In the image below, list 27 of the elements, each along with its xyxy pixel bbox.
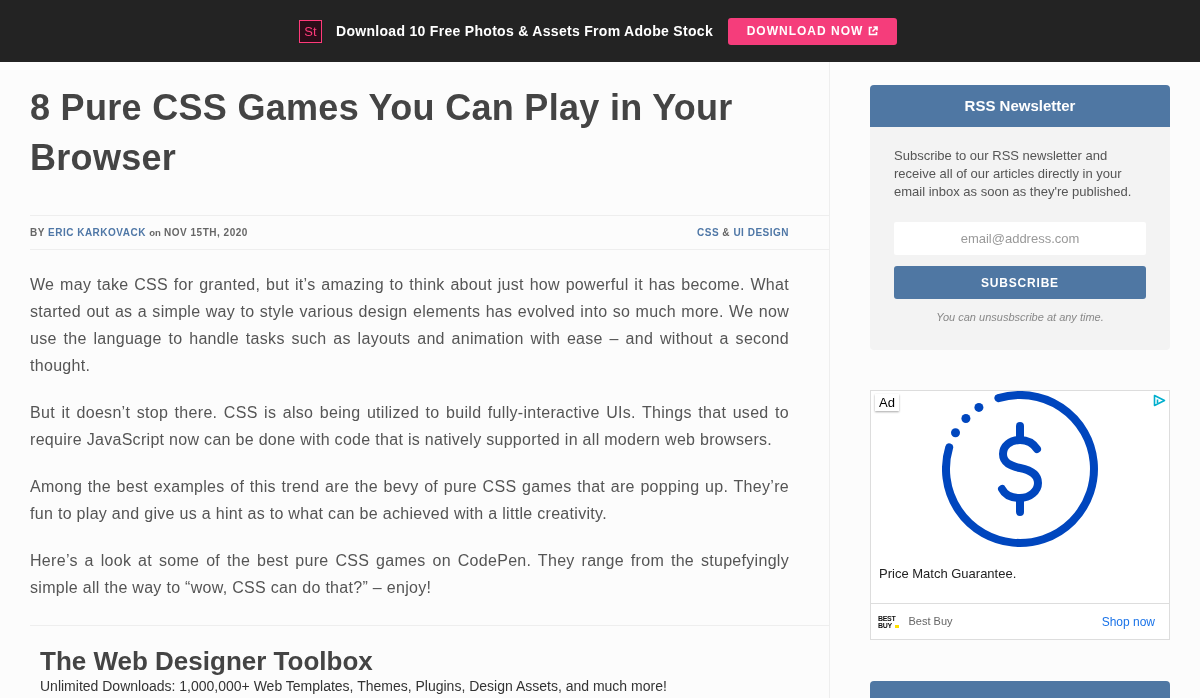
ad-headline[interactable]: Price Match Guarantee. [871, 566, 1169, 582]
newsletter-title: RSS Newsletter [870, 85, 1170, 127]
adchoices-icon[interactable] [1153, 394, 1166, 407]
ad-badge: Ad [875, 394, 899, 411]
section-title: The Web Designer Toolbox [40, 646, 374, 676]
shop-now-link[interactable]: Shop now [1101, 612, 1155, 631]
subscribe-button[interactable]: SUBSCRIBE [894, 266, 1146, 299]
category-link[interactable]: CSS [697, 227, 720, 238]
category-link[interactable]: UI DESIGN [733, 227, 789, 238]
author-link[interactable]: ERIC KARKOVACK [48, 226, 146, 238]
promo-message: Download 10 Free Photos & Assets From Adobe Stock [336, 21, 713, 41]
dollar-circle-icon [942, 391, 1098, 547]
article-paragraph: Among the best examples of this trend are the bevy of pure CSS games that are popping up. They’re fun to play and give us a hint as to what can be achieved with a little creativity. [30, 477, 789, 524]
article-title: 8 Pure CSS Games You Can Play in Your Browser [30, 86, 734, 180]
advertiser-name: Best Buy [908, 614, 953, 630]
article-paragraph: Here’s a look at some of the best pure CSS games on CodePen. They range from the stupefyingly simple all the way to “wow, CSS can do that?” – enjoy! [30, 551, 789, 598]
email-field[interactable]: email@address.com [894, 222, 1146, 255]
article-paragraph: We may take CSS for granted, but it’s amazing to think about just how powerful it has become. What started out as a simple way to style various design elements has evolved into so much more. We now use the language to handle tasks such as layouts and animation with ease – and without a second thought. [30, 275, 789, 376]
section-subtitle: Unlimited Downloads: 1,000,000+ Web Templates, Themes, Plugins, Design Assets, and much more! [40, 678, 668, 694]
newsletter-description: Subscribe to our RSS newsletter and receive all of our articles directly in your email inbox as soon as they're published. [894, 147, 1133, 201]
stock-logo: St [299, 19, 322, 43]
post-categories: CSS & UI DESIGN [697, 226, 789, 240]
post-byline: BY ERIC KARKOVACK on NOV 15TH, 2020 [30, 225, 248, 240]
unsubscribe-note: You can unsusbscribe at any time. [935, 310, 1105, 324]
article-paragraph: But it doesn’t stop there. CSS is also being utilized to build fully-interactive UIs. Things that used to require JavaScript now can be done with code that is natively supported in all modern web browsers. [30, 403, 789, 450]
external-link-icon [868, 26, 879, 36]
download-button[interactable]: DOWNLOAD NOW [727, 17, 897, 45]
